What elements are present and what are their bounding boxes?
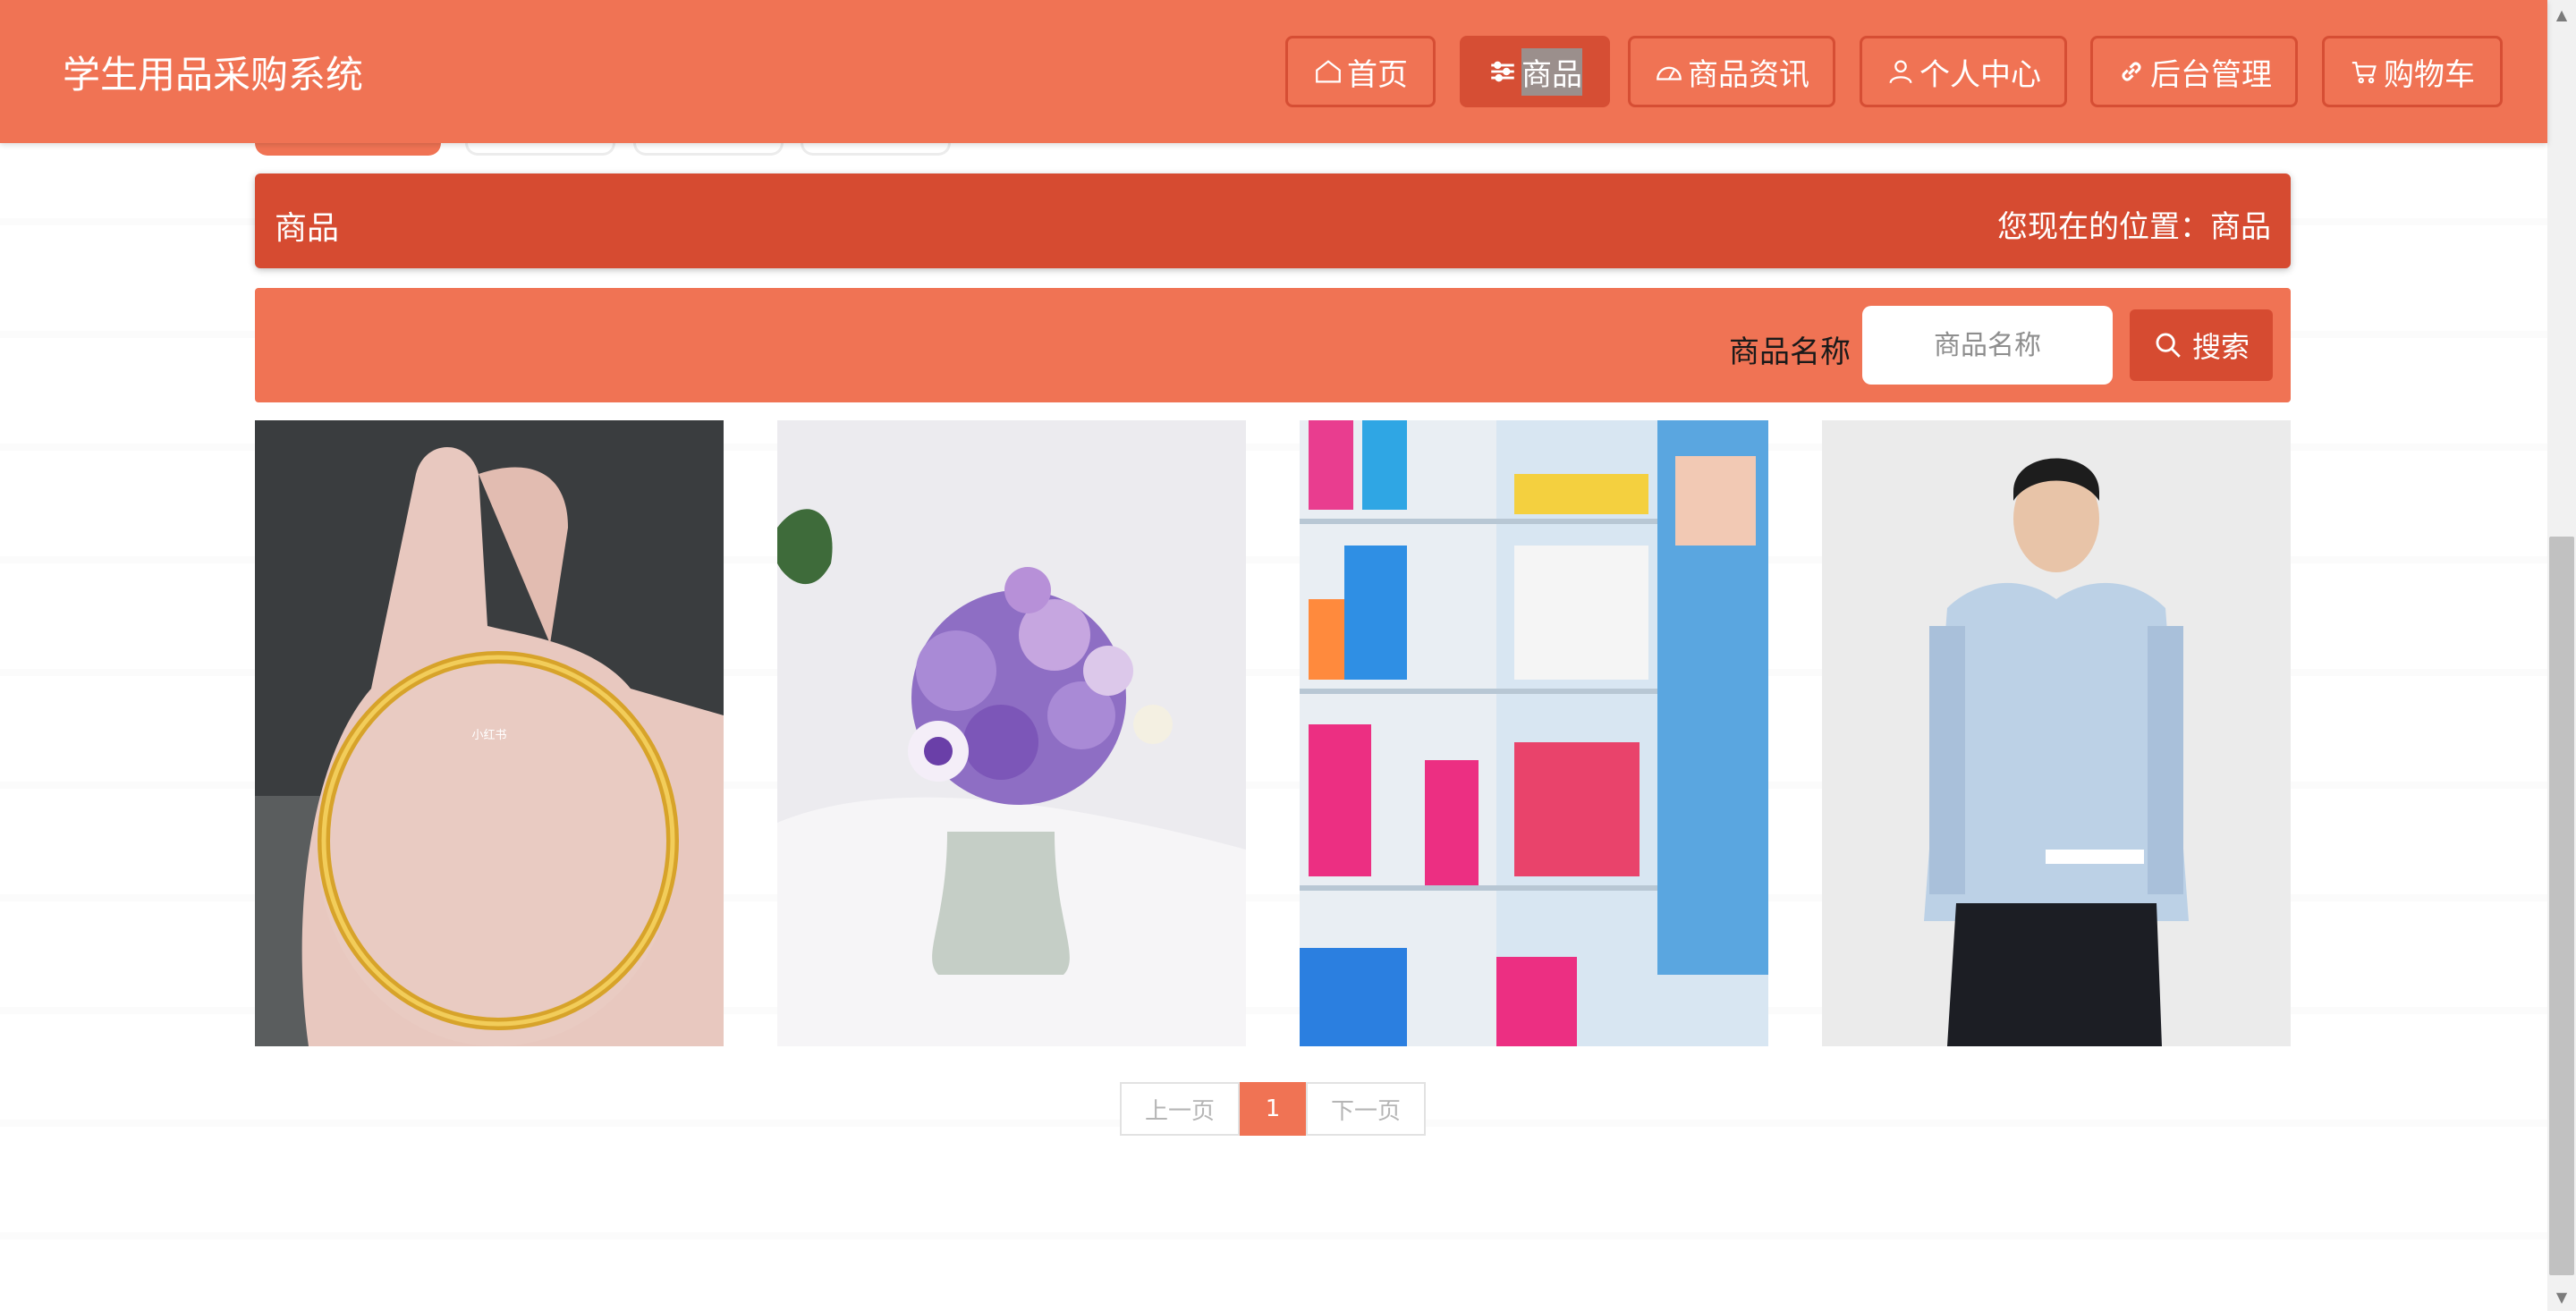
image-watermark: 小红书 [471,728,506,742]
breadcrumb-bar: 商品 您现在的位置：商品 [255,173,2291,268]
nav-news-label: 商品资讯 [1688,56,1809,93]
nav-home[interactable]: 首页 [1285,36,1436,107]
product-card-bangle[interactable]: 小红书 [255,420,724,1046]
pagination-page[interactable]: 1 [1240,1082,1306,1136]
nav-profile-label: 个人中心 [1919,56,2041,93]
search-bar: 商品名称 搜索 [255,288,2291,402]
cart-icon [2351,61,2377,84]
product-card-flowers[interactable] [777,420,1246,1046]
nav-products-label: 商品 [1521,47,1582,96]
user-icon [1889,60,1912,84]
top-header: 学生用品采购系统 首页 商品 商品资讯 个人中心 后台管理 购物车 [0,0,2547,143]
app-title: 学生用品采购系统 [63,53,364,97]
product-card-shirt[interactable] [1822,420,2291,1046]
pagination-next[interactable]: 下一页 [1306,1082,1426,1136]
scroll-up-arrow-icon[interactable]: ▲ [2547,0,2576,29]
page-title: 商品 [275,210,340,247]
product-image-shirt [1822,420,2291,1046]
link-icon [2122,62,2141,81]
nav-home-label: 首页 [1347,56,1408,93]
nav-cart-label: 购物车 [2384,56,2475,93]
search-icon [2156,333,2181,358]
nav-profile[interactable]: 个人中心 [1860,36,2067,107]
product-card-baskets[interactable] [1300,420,1768,1046]
breadcrumb-location: 您现在的位置：商品 [1997,209,2271,245]
nav-news[interactable]: 商品资讯 [1628,36,1835,107]
search-button-label: 搜索 [2191,330,2250,364]
search-button[interactable]: 搜索 [2130,309,2273,381]
nav-admin-label: 后台管理 [2150,56,2272,93]
product-image-flowers [777,420,1246,1046]
scrollbar-thumb[interactable] [2549,537,2574,1275]
pagination-prev[interactable]: 上一页 [1120,1082,1240,1136]
product-image-baskets [1300,420,1768,1046]
scroll-down-arrow-icon[interactable]: ▼ [2547,1282,2576,1311]
sliders-icon [1491,61,1514,82]
gauge-icon [1657,66,1682,80]
nav-cart[interactable]: 购物车 [2322,36,2503,107]
nav-products[interactable]: 商品 [1460,36,1610,107]
nav-admin[interactable]: 后台管理 [2090,36,2298,107]
home-icon [1316,60,1341,83]
product-image-bangle: 小红书 [255,420,724,1046]
search-input[interactable] [1862,306,2113,385]
search-label: 商品名称 [1729,334,1851,370]
